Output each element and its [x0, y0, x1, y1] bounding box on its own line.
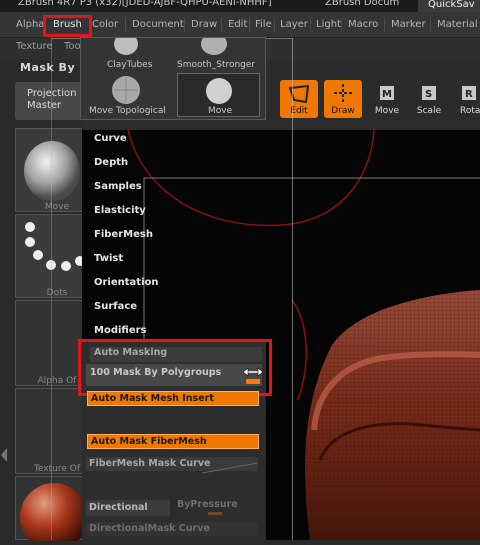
directional-button[interactable]: Directional [86, 500, 170, 516]
scale-tool-button[interactable]: S Scale [410, 80, 448, 118]
brush-move-topological[interactable]: Move Topological [89, 106, 166, 116]
menu-item-fibermesh[interactable]: FiberMesh [94, 229, 153, 240]
menu-separator [221, 18, 222, 32]
move-icon: M [380, 86, 394, 100]
menu-item-curve[interactable]: Curve [94, 133, 127, 144]
brush-picker-panel: ClayTubes Smooth_Stronger Move Topologic… [80, 37, 266, 120]
menu-texture[interactable]: Texture [16, 41, 53, 52]
menu-separator [310, 18, 311, 32]
edit-label: Edit [290, 106, 308, 116]
menu-separator [430, 18, 431, 32]
menu-item-samples[interactable]: Samples [94, 181, 142, 192]
claytubes-brush-icon [114, 38, 138, 55]
by-pressure-toggle[interactable]: ByPressure [174, 498, 258, 510]
svg-text:S: S [425, 89, 432, 100]
scale-icon: S [422, 86, 436, 100]
menu-alpha[interactable]: Alpha [16, 19, 44, 30]
panel-guide-line [292, 38, 293, 540]
title-bar: ZBrush 4R7 P3 (x32)[JDED-AJBF-QHPU-AENI-… [0, 0, 480, 12]
menu-separator [184, 18, 185, 32]
menu-document[interactable]: Document [132, 19, 184, 30]
menu-item-depth[interactable]: Depth [94, 157, 128, 168]
edit-button[interactable]: Edit [280, 80, 318, 118]
menu-file[interactable]: File [255, 19, 272, 30]
svg-text:M: M [382, 89, 392, 100]
menu-separator [249, 18, 250, 32]
draw-icon [334, 84, 352, 102]
menu-edit[interactable]: Edit [228, 19, 247, 30]
brush-move-selected[interactable]: Move [177, 73, 260, 117]
rotate-icon: R [462, 86, 476, 100]
draw-label: Draw [331, 106, 355, 116]
auto-mask-mesh-insert-button[interactable]: Auto Mask Mesh Insert [87, 391, 259, 406]
brush-smooth-stronger[interactable]: Smooth_Stronger [177, 60, 255, 70]
menu-color[interactable]: Color [92, 19, 118, 30]
move-topological-brush-icon [112, 76, 140, 104]
menu-item-twist[interactable]: Twist [94, 253, 123, 264]
menu-item-modifiers[interactable]: Modifiers [94, 325, 147, 336]
by-pressure-slider-handle[interactable] [208, 512, 222, 515]
curve-preview-icon [201, 459, 259, 474]
projection-master-label-2: Master [27, 100, 62, 111]
menu-tool[interactable]: Too [64, 41, 81, 52]
smooth-brush-icon [201, 38, 227, 55]
palette-title: Mask By P [20, 61, 89, 74]
canvas-top-edge [82, 120, 480, 130]
highlight-box [78, 339, 272, 396]
rotate-tool-button[interactable]: R Rotat [452, 80, 480, 118]
menu-draw[interactable]: Draw [191, 19, 217, 30]
menu-separator [274, 18, 275, 32]
brush-claytubes[interactable]: ClayTubes [107, 60, 152, 70]
brush-move-label: Move [208, 106, 233, 116]
menu-material[interactable]: Material [437, 19, 478, 30]
menu-layer[interactable]: Layer [280, 19, 308, 30]
tray-collapse-arrow-icon[interactable] [0, 440, 8, 470]
rotate-label: Rotat [460, 106, 480, 116]
menu-brush[interactable]: Brush [53, 19, 82, 30]
menu-separator [341, 18, 342, 32]
menu-light[interactable]: Light [316, 19, 341, 30]
quicksave-button[interactable]: QuickSav [418, 0, 480, 12]
menu-marker[interactable]: Marker [391, 19, 426, 30]
menu-item-elasticity[interactable]: Elasticity [94, 205, 146, 216]
menu-item-surface[interactable]: Surface [94, 301, 137, 312]
directional-mask-curve[interactable]: DirectionalMask Curve [86, 522, 258, 536]
panel-guide-line [51, 38, 52, 540]
menu-item-orientation[interactable]: Orientation [94, 277, 159, 288]
svg-text:R: R [465, 89, 473, 100]
menu-separator [384, 18, 385, 32]
draw-button[interactable]: Draw [324, 80, 362, 118]
document-title: ZBrush Docum [325, 0, 400, 8]
auto-mask-fibermesh-button[interactable]: Auto Mask FiberMesh [87, 434, 259, 449]
menu-separator [125, 18, 126, 32]
move-label: Move [374, 106, 400, 116]
move-tool-button[interactable]: M Move [368, 80, 406, 118]
app-title: ZBrush 4R7 P3 (x32)[JDED-AJBF-QHPU-AENI-… [18, 0, 272, 8]
scale-label: Scale [416, 106, 442, 116]
edit-icon [288, 84, 310, 104]
menu-macro[interactable]: Macro [348, 19, 378, 30]
move-brush-icon [206, 78, 232, 104]
